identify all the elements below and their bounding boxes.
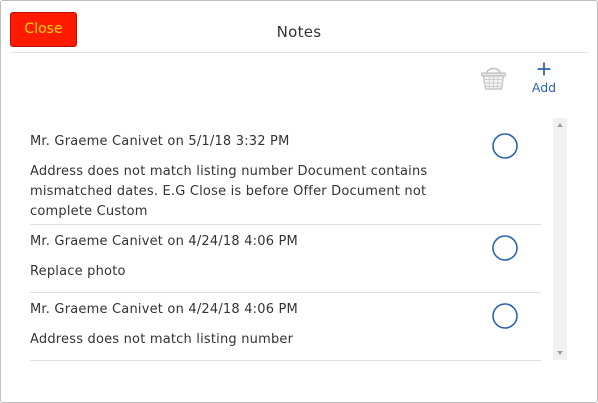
- note-text: Address does not match listing number: [30, 332, 294, 347]
- note-select-radio[interactable]: [492, 235, 518, 261]
- note-select-radio[interactable]: [492, 133, 518, 159]
- add-button[interactable]: Add: [527, 60, 561, 98]
- note-item: Mr. Graeme Canivet on 4/24/18 4:06 PM Ad…: [30, 293, 541, 361]
- note-select-radio[interactable]: [492, 303, 518, 329]
- note-text: Address does not match listing number Do…: [30, 164, 428, 219]
- notes-list: Mr. Graeme Canivet on 5/1/18 3:32 PM Add…: [30, 118, 541, 363]
- add-label: Add: [531, 80, 557, 95]
- basket-icon-graphic: [480, 67, 507, 90]
- plus-icon: [537, 62, 551, 76]
- note-author-date: Mr. Graeme Canivet on 4/24/18 4:06 PM: [30, 302, 298, 317]
- notes-scrollbar[interactable]: [553, 118, 567, 360]
- scroll-up-arrow-icon[interactable]: [553, 118, 567, 132]
- note-item: Mr. Graeme Canivet on 4/24/18 4:06 PM Re…: [30, 225, 541, 293]
- note-author-date: Mr. Graeme Canivet on 5/1/18 3:32 PM: [30, 134, 290, 149]
- header-divider: [11, 52, 587, 53]
- scroll-down-arrow-icon[interactable]: [553, 346, 567, 360]
- note-text: Replace photo: [30, 264, 126, 279]
- note-author-date: Mr. Graeme Canivet on 4/24/18 4:06 PM: [30, 234, 298, 249]
- notes-dialog: Close Notes Add Mr. Graeme Canivet on 5/…: [0, 0, 598, 403]
- dialog-title: Notes: [276, 23, 322, 41]
- note-item: Mr. Graeme Canivet on 5/1/18 3:32 PM Add…: [30, 118, 541, 225]
- basket-icon[interactable]: [480, 64, 507, 92]
